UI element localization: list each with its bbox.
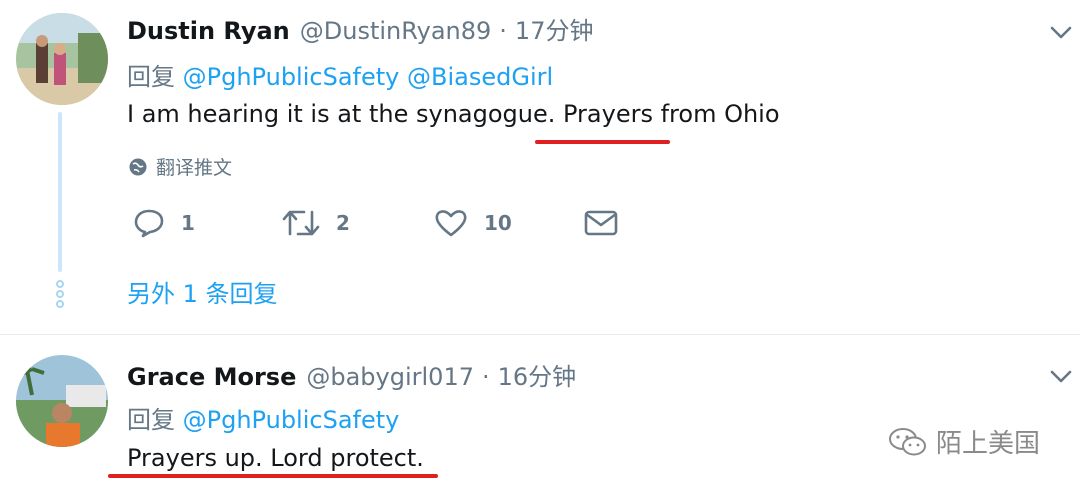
reply-prefix: 回复 <box>127 406 175 434</box>
tweet-header: Dustin Ryan @DustinRyan89 · 17分钟 <box>127 11 593 46</box>
timestamp[interactable]: 16分钟 <box>498 357 577 392</box>
watermark-text: 陌上美国 <box>936 429 1041 459</box>
timestamp[interactable]: 17分钟 <box>515 11 594 46</box>
globe-icon <box>129 158 147 175</box>
user-name[interactable]: Dustin Ryan <box>127 17 290 45</box>
tweet-text: I am hearing it is at the synagogue. Pra… <box>127 100 780 128</box>
separator: · <box>499 17 507 45</box>
mention-link[interactable]: @PghPublicSafety <box>183 63 400 91</box>
thread-dot <box>56 280 64 288</box>
chevron-down-icon[interactable] <box>1047 18 1075 46</box>
heart-icon <box>435 210 467 237</box>
tweet-text-highlight: Prayers from Ohio <box>563 100 780 128</box>
translate-label: 翻译推文 <box>156 157 233 179</box>
separator: · <box>481 363 490 391</box>
thread-dot <box>56 290 64 298</box>
reply-button[interactable]: 1 <box>133 208 195 238</box>
reply-count: 1 <box>181 211 195 235</box>
retweet-button[interactable]: 2 <box>282 208 350 238</box>
user-name[interactable]: Grace Morse <box>127 363 296 391</box>
retweet-count: 2 <box>336 211 350 235</box>
like-count: 10 <box>484 211 512 235</box>
annotation-underline <box>108 474 438 478</box>
tweet-header: Grace Morse @babygirl017 · 16分钟 <box>127 357 576 392</box>
chevron-down-icon[interactable] <box>1047 362 1075 390</box>
thread-dot <box>56 300 64 308</box>
translate-tweet-link[interactable]: 翻译推文 <box>128 153 232 180</box>
tweet-text: Prayers up. Lord protect. <box>127 444 424 472</box>
mail-icon[interactable] <box>584 209 618 237</box>
avatar[interactable] <box>16 13 108 105</box>
reply-prefix: 回复 <box>127 63 175 91</box>
avatar[interactable] <box>16 355 108 447</box>
thread-line <box>58 112 62 272</box>
annotation-underline <box>535 140 670 144</box>
more-replies-link[interactable]: 另外 1 条回复 <box>127 274 278 309</box>
watermark: 陌上美国 <box>888 423 1040 460</box>
mention-link[interactable]: @BiasedGirl <box>407 63 553 91</box>
user-handle[interactable]: @DustinRyan89 <box>300 17 492 45</box>
wechat-icon <box>889 427 926 455</box>
mention-link[interactable]: @PghPublicSafety <box>183 406 400 434</box>
reply-to-line: 回复 @PghPublicSafety @BiasedGirl <box>127 57 553 92</box>
divider <box>0 334 1080 335</box>
tweet-text-part: I am hearing it is at the synagogue. <box>127 100 563 128</box>
reply-icon <box>134 209 164 238</box>
reply-to-line: 回复 @PghPublicSafety <box>127 400 399 435</box>
like-button[interactable]: 10 <box>434 208 512 238</box>
user-handle[interactable]: @babygirl017 <box>306 363 474 391</box>
retweet-icon <box>282 210 320 236</box>
